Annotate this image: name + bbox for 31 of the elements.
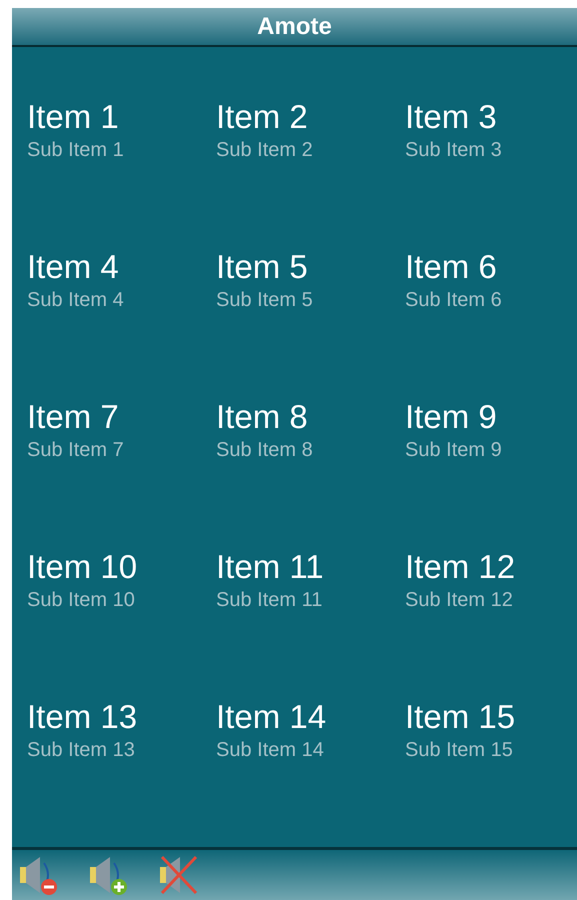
item-subtitle: Sub Item 7: [27, 438, 124, 463]
item-title[interactable]: Item 4: [27, 247, 119, 287]
item-subtitle: Sub Item 13: [27, 738, 135, 763]
item-title[interactable]: Item 12: [405, 547, 516, 587]
item-title[interactable]: Item 1: [27, 97, 119, 137]
item-subtitle: Sub Item 15: [405, 738, 513, 763]
item-title[interactable]: Item 7: [27, 397, 119, 437]
item-subtitle: Sub Item 8: [216, 438, 313, 463]
item-title[interactable]: Item 2: [216, 97, 308, 137]
item-title[interactable]: Item 3: [405, 97, 497, 137]
item-subtitle: Sub Item 11: [216, 588, 322, 613]
item-title[interactable]: Item 9: [405, 397, 497, 437]
item-subtitle: Sub Item 12: [405, 588, 513, 613]
item-title[interactable]: Item 11: [216, 547, 324, 587]
item-title[interactable]: Item 5: [216, 247, 308, 287]
item-title[interactable]: Item 14: [216, 697, 326, 737]
item-title[interactable]: Item 8: [216, 397, 308, 437]
item-title[interactable]: Item 13: [27, 697, 138, 737]
app-title: Amote: [257, 12, 332, 40]
item-title[interactable]: Item 10: [27, 547, 138, 587]
item-subtitle: Sub Item 5: [216, 288, 313, 313]
item-subtitle: Sub Item 1: [27, 138, 124, 163]
item-subtitle: Sub Item 6: [405, 288, 502, 313]
item-subtitle: Sub Item 9: [405, 438, 502, 463]
item-subtitle: Sub Item 10: [27, 588, 135, 613]
item-subtitle: Sub Item 3: [405, 138, 502, 163]
item-title[interactable]: Item 6: [405, 247, 497, 287]
item-subtitle: Sub Item 2: [216, 138, 313, 163]
item-subtitle: Sub Item 14: [216, 738, 324, 763]
item-title[interactable]: Item 15: [405, 697, 516, 737]
item-subtitle: Sub Item 4: [27, 288, 124, 313]
